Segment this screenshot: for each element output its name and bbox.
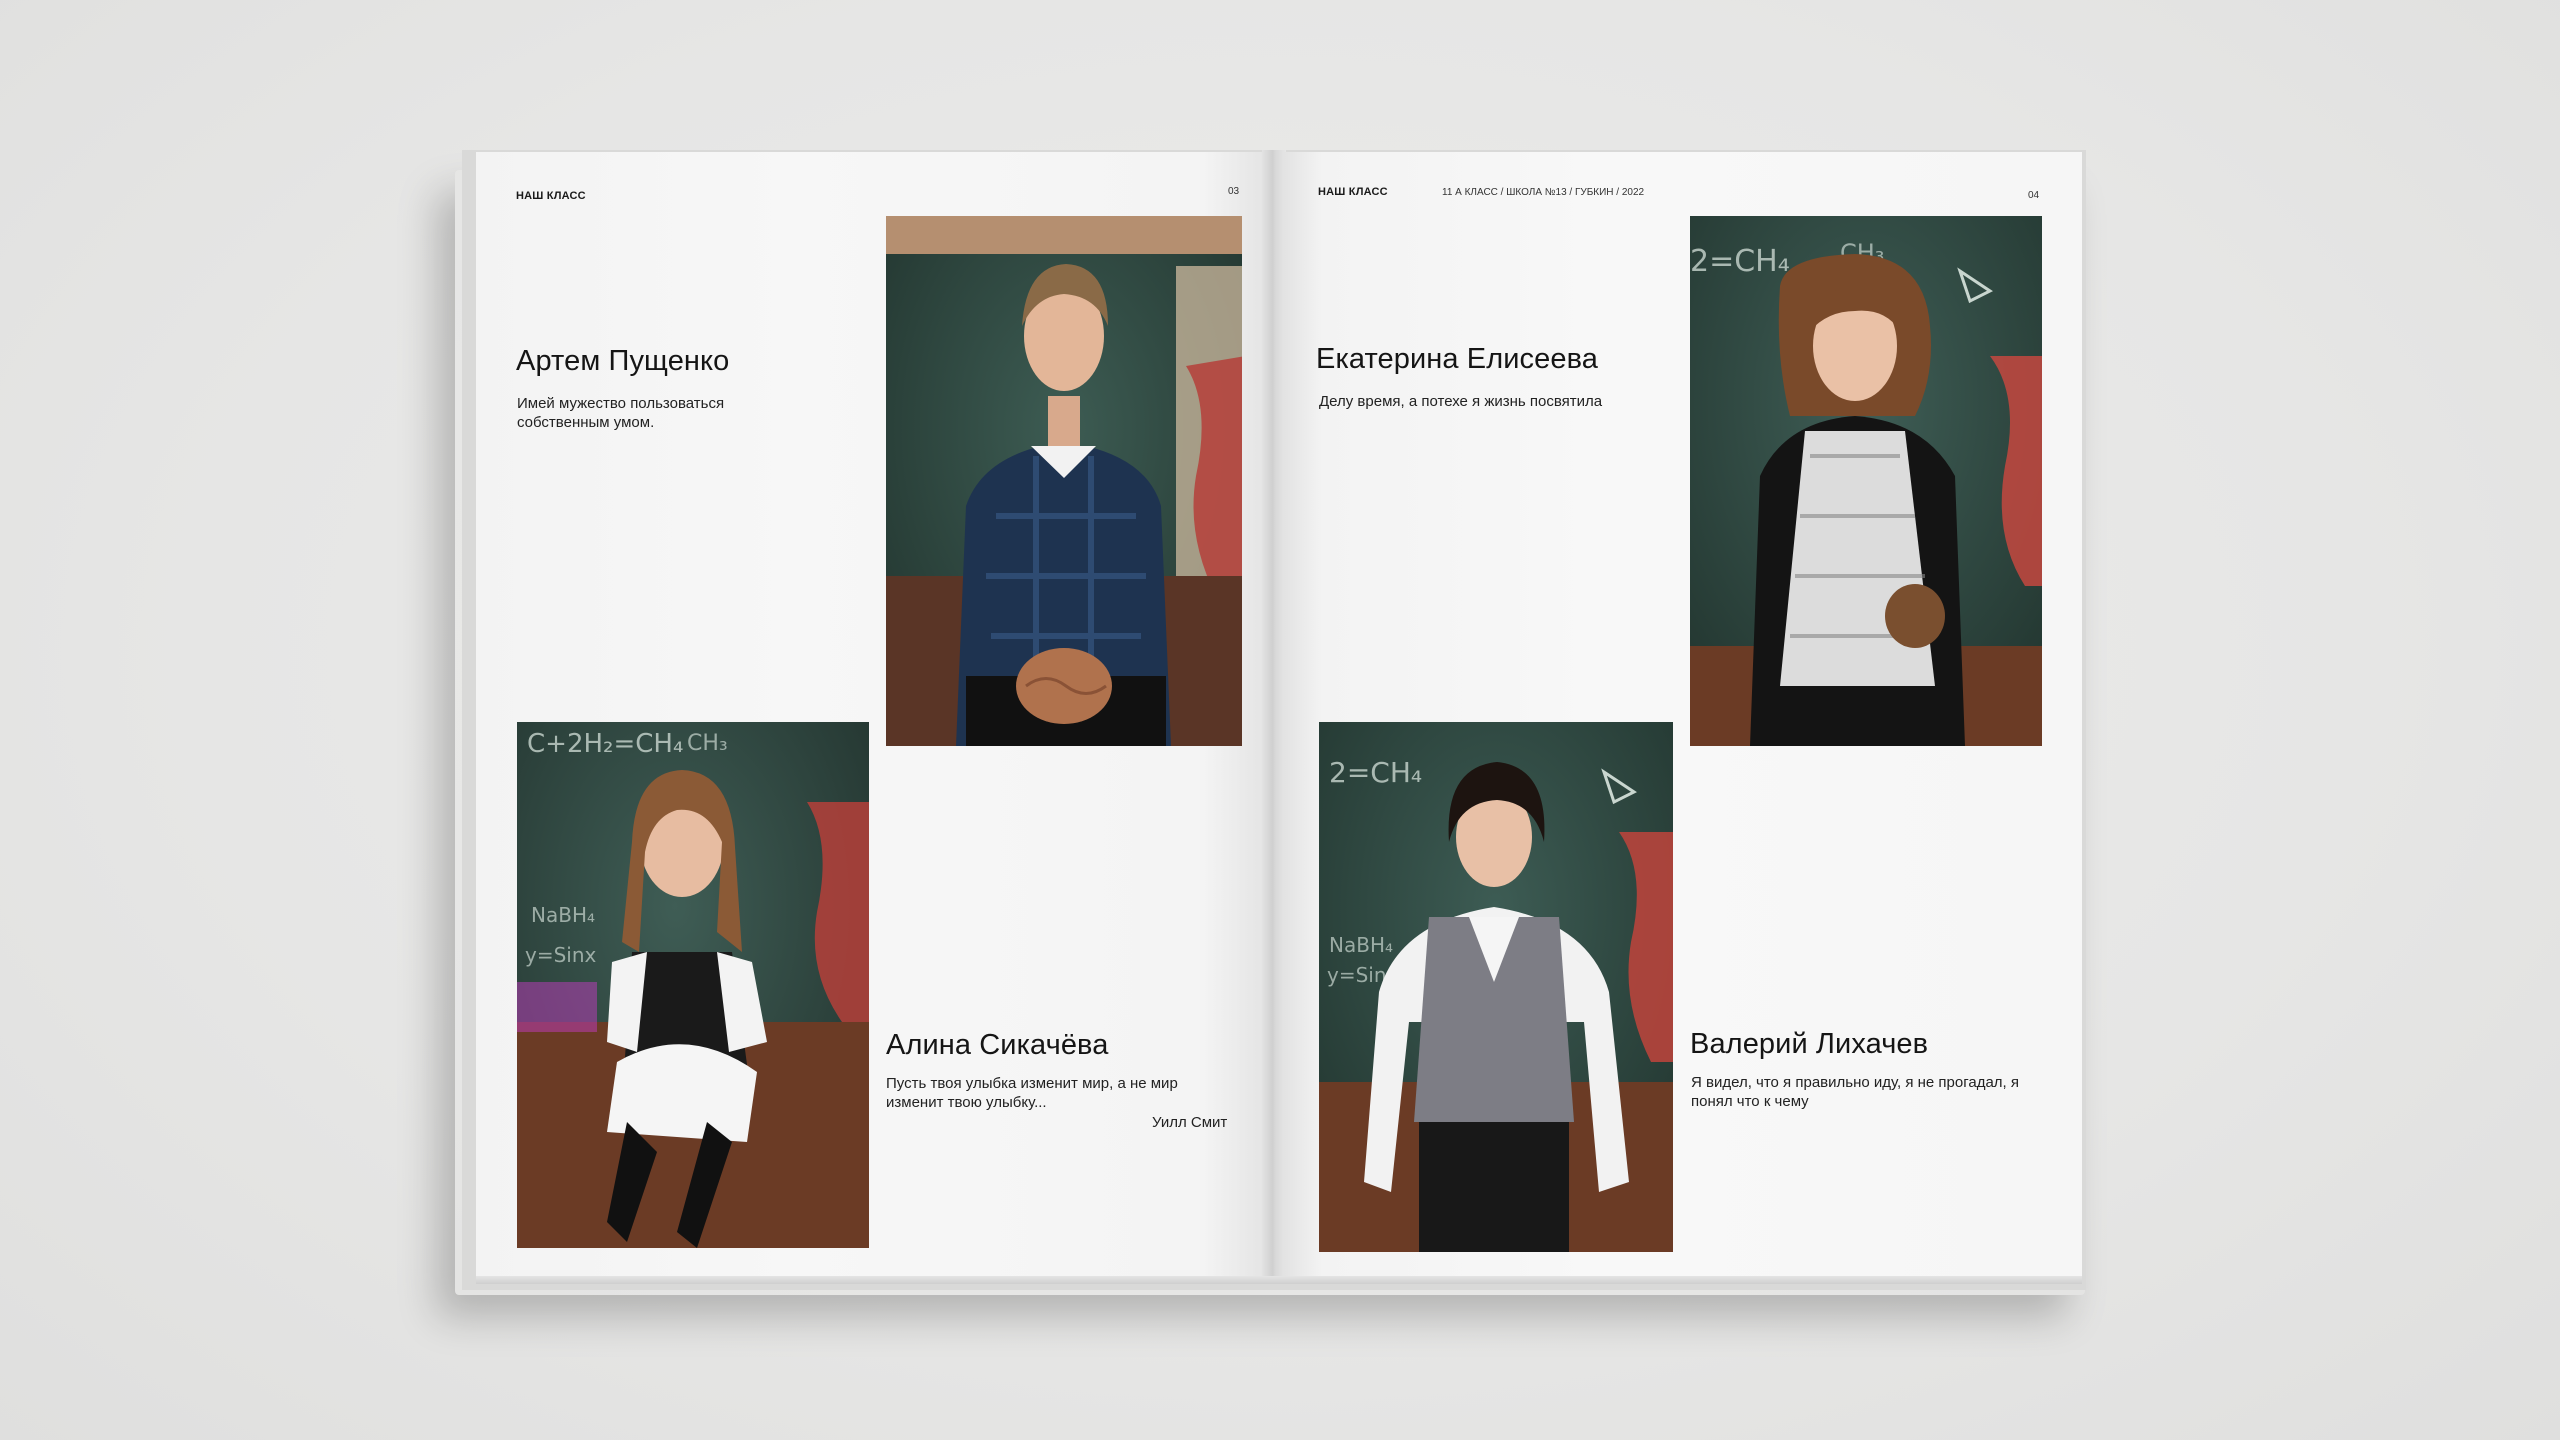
student-photo: 2=CH₄ NaBH₄ y=Sinx [1319, 722, 1673, 1252]
svg-text:2=CH₄: 2=CH₄ [1329, 756, 1422, 789]
svg-text:CH₃: CH₃ [687, 731, 728, 756]
student-name: Артем Пущенко [516, 345, 730, 377]
right-page: НАШ КЛАСС 11 А КЛАСС / ШКОЛА №13 / ГУБКИ… [1282, 152, 2082, 1278]
quote-author: Уилл Смит [1152, 1114, 1228, 1131]
student-name: Екатерина Елисеева [1316, 343, 1599, 375]
svg-text:y=Sinx: y=Sinx [525, 943, 597, 967]
student-photo: 2=CH₄ CH₃ [1690, 216, 2042, 746]
student-name: Алина Сикачёва [886, 1029, 1109, 1061]
page-number: 03 [1228, 186, 1240, 197]
student-quote: Делу время, а потехе я жизнь посвятила [1319, 393, 1603, 410]
svg-text:NaBH₄: NaBH₄ [531, 903, 595, 927]
page-edge [476, 1276, 2082, 1284]
portrait-image: 2=CH₄ CH₃ [1690, 216, 2042, 746]
student-quote: Я видел, что я правильно иду, я не прога… [1691, 1074, 2020, 1110]
running-head: НАШ КЛАСС [1318, 186, 1388, 198]
svg-text:2=CH₄: 2=CH₄ [1690, 244, 1790, 279]
student-photo [886, 216, 1242, 746]
student-photo: C+2H₂=CH₄ CH₃ NaBH₄ y=Sinx [517, 722, 869, 1248]
student-quote: Имей мужество пользоваться собственным у… [517, 395, 725, 431]
left-page: НАШ КЛАСС 03 Артем Пущенко Имей мужество… [476, 152, 1266, 1278]
svg-text:NaBH₄: NaBH₄ [1329, 933, 1393, 957]
running-head: НАШ КЛАСС [516, 190, 586, 202]
student-quote: Пусть твоя улыбка изменит мир, а не мир … [886, 1075, 1178, 1111]
portrait-image [886, 216, 1242, 746]
portrait-image: C+2H₂=CH₄ CH₃ NaBH₄ y=Sinx [517, 722, 869, 1248]
student-name: Валерий Лихачев [1690, 1028, 1929, 1060]
svg-text:C+2H₂=CH₄: C+2H₂=CH₄ [527, 729, 683, 759]
running-subtitle: 11 А КЛАСС / ШКОЛА №13 / ГУБКИН / 2022 [1442, 187, 1645, 198]
portrait-image: 2=CH₄ NaBH₄ y=Sinx [1319, 722, 1673, 1252]
page-number: 04 [2028, 190, 2040, 201]
